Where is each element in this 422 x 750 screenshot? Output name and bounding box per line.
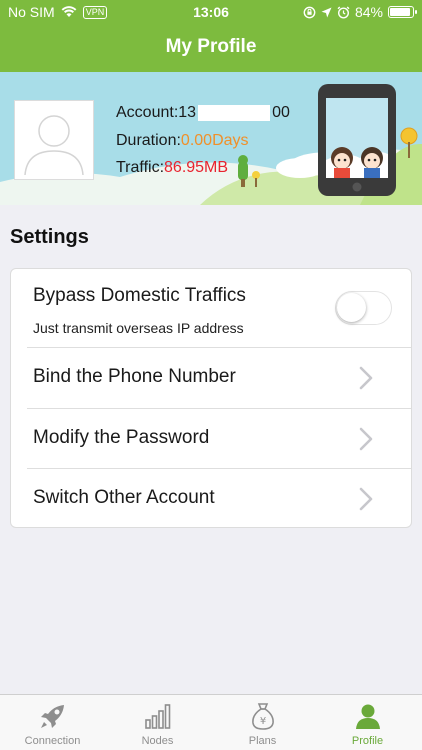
tab-plans[interactable]: ¥ Plans (210, 695, 315, 750)
toggle-knob (337, 293, 366, 322)
chevron-right-icon (359, 366, 373, 390)
switch-account-row[interactable]: Switch Other Account (11, 469, 411, 527)
bind-phone-label: Bind the Phone Number (33, 366, 236, 387)
modify-password-label: Modify the Password (33, 427, 210, 448)
svg-text:¥: ¥ (259, 716, 265, 727)
chevron-right-icon (359, 427, 373, 451)
profile-banner: Account:13 00 Duration:0.00Days Traffic:8… (0, 72, 422, 205)
account-suffix: 00 (272, 104, 290, 121)
duration-label: Duration: (116, 132, 181, 149)
duration-value: 0.00Days (180, 132, 249, 149)
settings-heading: Settings (10, 226, 89, 248)
battery-icon (388, 6, 417, 18)
person-icon (355, 704, 380, 729)
tab-bar: Connection Nodes ¥ Plans Profile (0, 694, 422, 750)
tab-profile-label: Profile (351, 735, 384, 747)
traffic-label: Traffic: (116, 159, 165, 176)
tab-plans-label: Plans (248, 735, 277, 747)
traffic-line: Traffic:86.95MB (116, 159, 228, 177)
modify-password-row[interactable]: Modify the Password (11, 409, 411, 469)
money-bag-icon: ¥ (251, 703, 274, 730)
tab-connection[interactable]: Connection (0, 695, 105, 750)
account-line: Account:13 00 (116, 104, 290, 122)
bypass-domestic-row: Bypass Domestic Traffics Just transmit o… (11, 269, 411, 347)
duration-line: Duration:0.00Days (116, 132, 249, 150)
status-right: 84% (303, 4, 417, 20)
switch-account-label: Switch Other Account (33, 487, 215, 508)
chevron-right-icon (359, 487, 373, 511)
account-prefix: 13 (178, 104, 197, 121)
bypass-toggle[interactable] (335, 291, 392, 325)
tab-nodes-label: Nodes (141, 735, 174, 747)
tab-nodes[interactable]: Nodes (105, 695, 210, 750)
account-redaction (198, 104, 271, 121)
bypass-sublabel: Just transmit overseas IP address (33, 320, 244, 336)
status-bar: No SIM VPN 13:06 84% (0, 0, 422, 24)
location-arrow-icon (321, 7, 332, 17)
navigation-bar: My Profile (0, 24, 422, 72)
settings-card: Bypass Domestic Traffics Just transmit o… (10, 268, 412, 528)
avatar[interactable] (14, 100, 94, 180)
person-placeholder-icon (24, 115, 84, 176)
traffic-value: 86.95MB (164, 159, 229, 176)
signal-bars-icon (144, 704, 170, 729)
page-title: My Profile (165, 36, 257, 57)
alarm-clock-icon (337, 6, 350, 19)
bind-phone-row[interactable]: Bind the Phone Number (11, 348, 411, 408)
tab-connection-label: Connection (24, 735, 81, 747)
tab-profile[interactable]: Profile (315, 695, 420, 750)
account-label: Account: (116, 104, 179, 121)
battery-percent: 84% (354, 4, 383, 20)
orientation-lock-icon (303, 6, 316, 18)
rocket-icon (40, 705, 64, 728)
bypass-label: Bypass Domestic Traffics (33, 285, 246, 306)
